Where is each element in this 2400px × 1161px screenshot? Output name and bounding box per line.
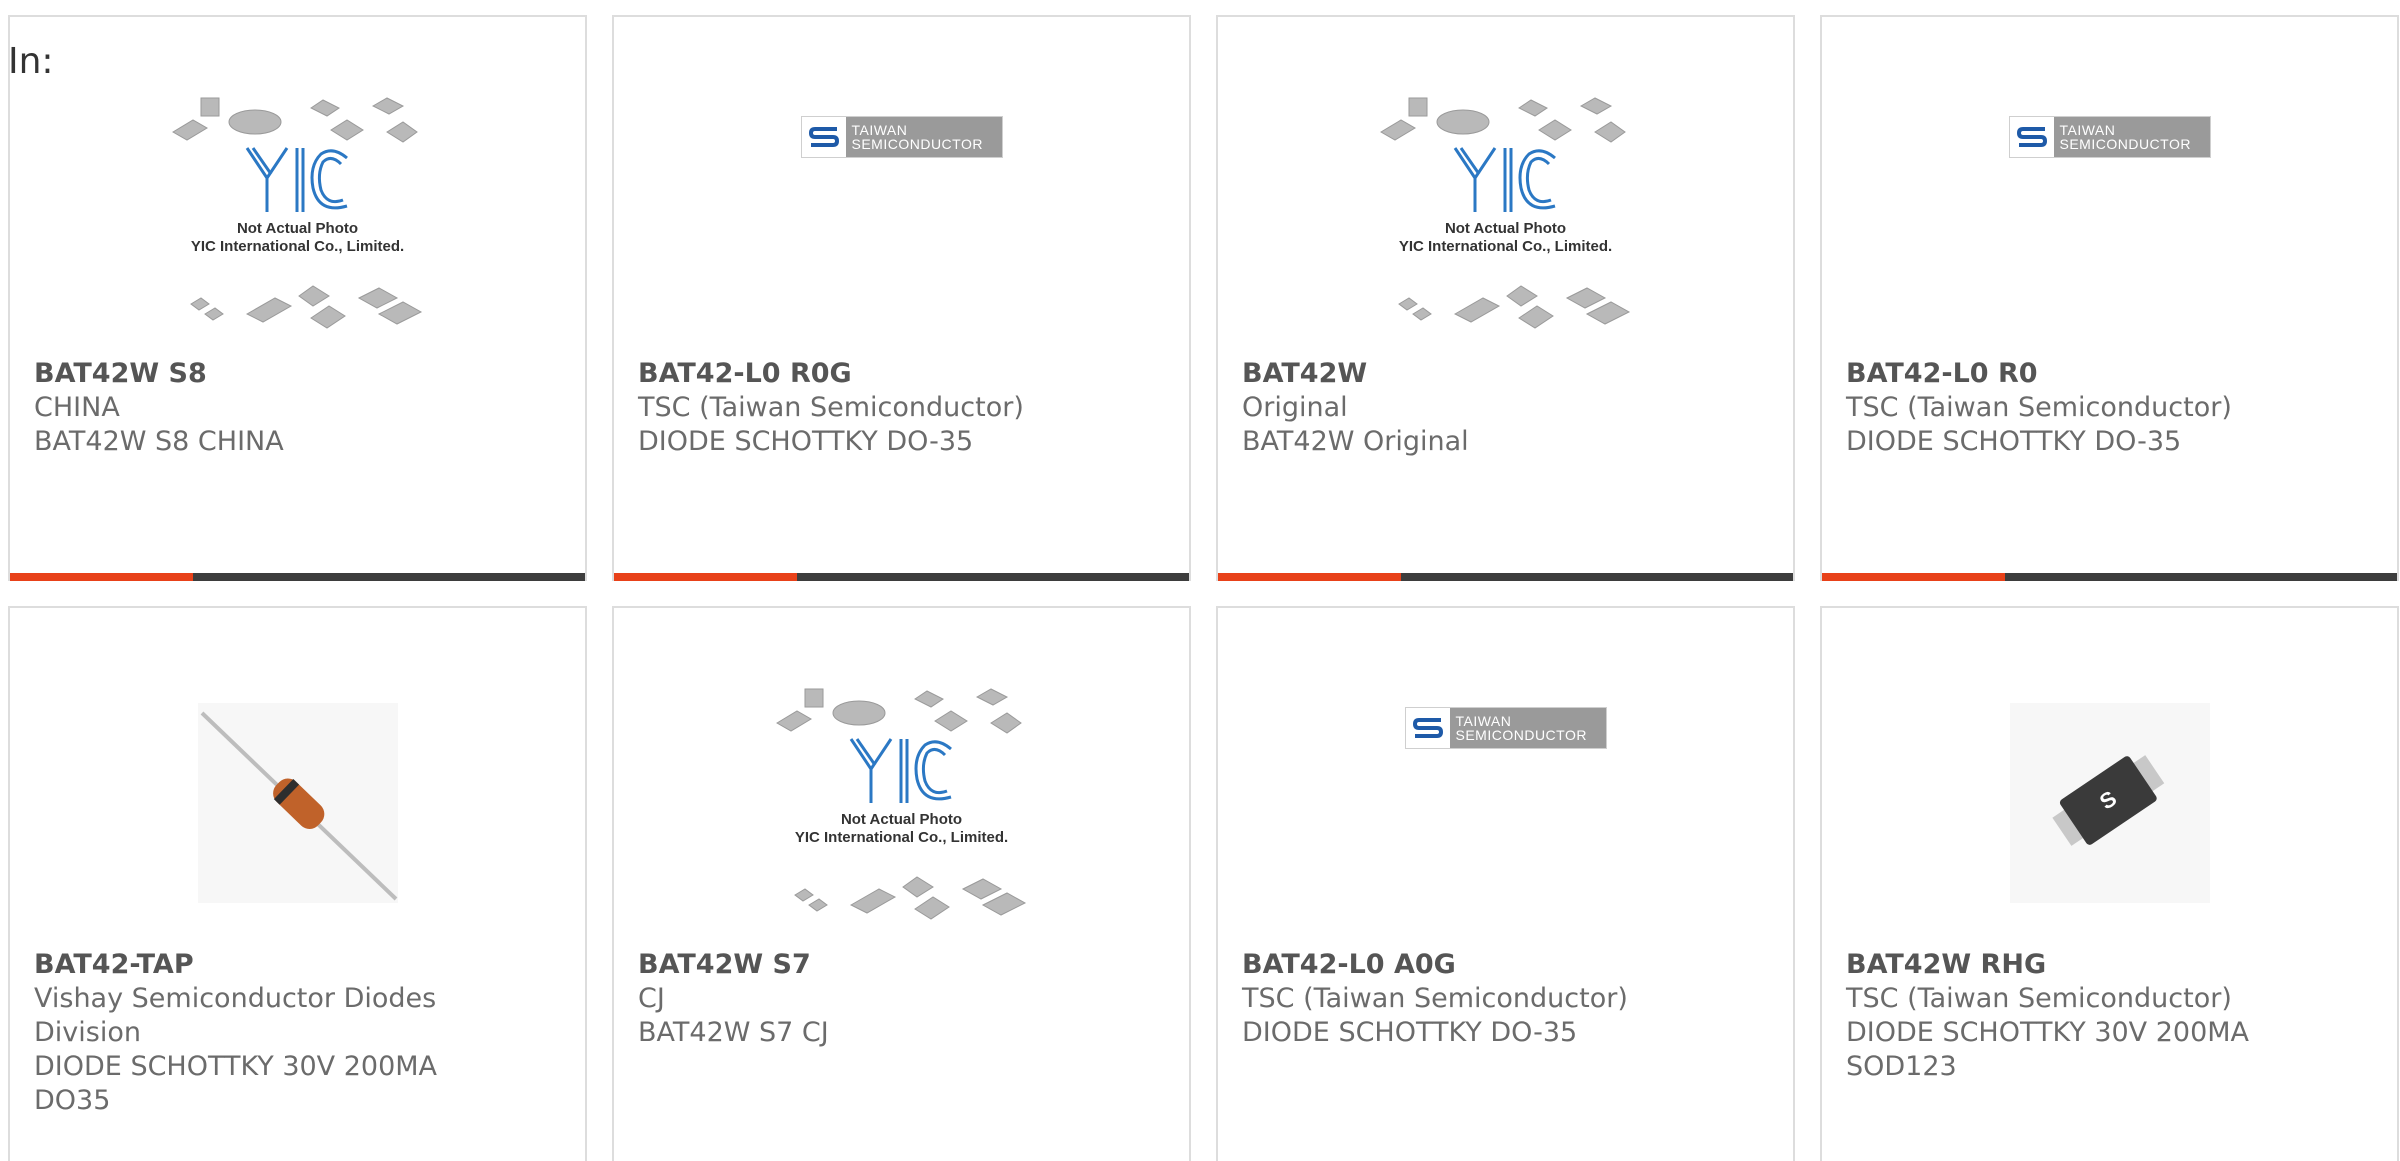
tsc-logo-line-2: SEMICONDUCTOR [2059,136,2191,152]
product-card-bat42-l0-r0g[interactable]: TAIWAN SEMICONDUCTOR BAT42-L0 R0G TSC (T… [612,15,1191,581]
yic-placeholder-image: Not Actual Photo YIC International Co., … [163,92,433,332]
manufacturer: Vishay Semiconductor Diodes Division [34,982,574,1050]
tsc-logo-line-1: TAIWAN [2059,122,2116,138]
card-bottom-bar [614,573,1189,581]
description: BAT42W S7 CJ [638,1017,829,1048]
description-line-1: DIODE SCHOTTKY 30V 200MA [1846,1017,2250,1048]
yic-caption: Not Actual Photo YIC International Co., … [163,220,433,256]
manufacturer: TSC (Taiwan Semiconductor) [1242,983,1628,1014]
product-card-bat42-l0-r0[interactable]: TAIWAN SEMICONDUCTOR BAT42-L0 R0 TSC (Ta… [1820,15,2399,581]
manufacturer: CHINA [34,392,120,423]
tsc-logo-words: TAIWAN SEMICONDUCTOR [2054,123,2191,151]
taiwan-semiconductor-logo: TAIWAN SEMICONDUCTOR [1404,707,1607,749]
part-number[interactable]: BAT42-TAP [34,948,194,982]
description-line-1: DIODE SCHOTTKY 30V 200MA [34,1051,438,1082]
description: DIODE SCHOTTKY 30V 200MA SOD123 [1846,1016,2386,1084]
yic-caption: Not Actual Photo YIC International Co., … [1371,220,1641,256]
yic-caption-line-2: YIC International Co., Limited. [794,829,1009,846]
sod123-package-photo-icon: S [2009,703,2210,903]
yic-placeholder-image: Not Actual Photo YIC International Co., … [1371,92,1641,332]
yic-caption-line-2: YIC International Co., Limited. [190,238,405,255]
yic-caption-line-1: Not Actual Photo [840,811,963,828]
tsc-logo-words: TAIWAN SEMICONDUCTOR [846,123,983,151]
part-number[interactable]: BAT42W [1242,357,1367,391]
description: BAT42W Original [1242,426,1469,457]
tsc-logo-line-1: TAIWAN [851,122,908,138]
part-number[interactable]: BAT42W RHG [1846,948,2046,982]
manufacturer: CJ [638,983,665,1014]
product-card-bat42w-rhg[interactable]: S BAT42W RHG TSC (Taiwan Semiconductor) … [1820,606,2399,1161]
part-number[interactable]: BAT42W S7 [638,948,811,982]
manufacturer-line-2: Division [34,1017,141,1048]
card-bottom-bar [10,573,585,581]
product-image: TAIWAN SEMICONDUCTOR [1218,668,1793,788]
description: DIODE SCHOTTKY DO-35 [1242,1017,1578,1048]
tsc-logo-line-2: SEMICONDUCTOR [1455,727,1587,743]
tsc-mark-icon [801,117,846,157]
manufacturer: TSC (Taiwan Semiconductor) [638,392,1024,423]
card-accent-bar [1218,573,1401,581]
product-grid-page: In: Not Actual Photo YIC International C… [0,0,2400,1161]
card-accent-bar [10,573,193,581]
axial-diode-photo-icon [197,703,398,903]
card-accent-bar [1822,573,2005,581]
tsc-mark-icon [1405,708,1450,748]
card-accent-bar [614,573,797,581]
yic-caption-line-1: Not Actual Photo [236,220,359,237]
product-card-bat42w-s8[interactable]: Not Actual Photo YIC International Co., … [8,15,587,581]
yic-caption-line-1: Not Actual Photo [1444,220,1567,237]
description-line-2: SOD123 [1846,1051,1957,1082]
product-grid: Not Actual Photo YIC International Co., … [8,15,2400,1161]
product-card-bat42-l0-a0g[interactable]: TAIWAN SEMICONDUCTOR BAT42-L0 A0G TSC (T… [1216,606,1795,1161]
product-card-bat42-tap[interactable]: BAT42-TAP Vishay Semiconductor Diodes Di… [8,606,587,1161]
description: BAT42W S8 CHINA [34,426,284,457]
taiwan-semiconductor-logo: TAIWAN SEMICONDUCTOR [2008,116,2211,158]
yic-logo-icon [245,147,348,212]
yic-caption: Not Actual Photo YIC International Co., … [767,811,1037,847]
product-card-bat42w[interactable]: Not Actual Photo YIC International Co., … [1216,15,1795,581]
card-bottom-bar [1822,573,2397,581]
tsc-mark-icon [2009,117,2054,157]
tsc-logo-line-1: TAIWAN [1455,713,1512,729]
description-line-2: DO35 [34,1085,111,1116]
part-number[interactable]: BAT42-L0 R0 [1846,357,2038,391]
product-image: Not Actual Photo YIC International Co., … [10,92,585,332]
tsc-logo-line-2: SEMICONDUCTOR [851,136,983,152]
yic-logo-icon [849,738,952,803]
taiwan-semiconductor-logo: TAIWAN SEMICONDUCTOR [800,116,1003,158]
product-image [10,683,585,923]
description: DIODE SCHOTTKY DO-35 [638,426,974,457]
description: DIODE SCHOTTKY 30V 200MA DO35 [34,1050,574,1118]
yic-logo-icon [1453,147,1556,212]
part-number[interactable]: BAT42-L0 R0G [638,357,852,391]
part-number[interactable]: BAT42-L0 A0G [1242,948,1456,982]
card-bottom-bar [1218,573,1793,581]
manufacturer: TSC (Taiwan Semiconductor) [1846,983,2232,1014]
manufacturer: Original [1242,392,1348,423]
product-image: TAIWAN SEMICONDUCTOR [1822,77,2397,197]
product-card-bat42w-s7[interactable]: Not Actual Photo YIC International Co., … [612,606,1191,1161]
tsc-logo-words: TAIWAN SEMICONDUCTOR [1450,714,1587,742]
description: DIODE SCHOTTKY DO-35 [1846,426,2182,457]
part-number[interactable]: BAT42W S8 [34,357,207,391]
product-image: TAIWAN SEMICONDUCTOR [614,77,1189,197]
yic-placeholder-image: Not Actual Photo YIC International Co., … [767,683,1037,923]
yic-caption-line-2: YIC International Co., Limited. [1398,238,1613,255]
product-image: S [1822,683,2397,923]
in-label: In: [8,41,54,82]
product-image: Not Actual Photo YIC International Co., … [614,683,1189,923]
manufacturer-line-1: Vishay Semiconductor Diodes [34,983,437,1014]
manufacturer: TSC (Taiwan Semiconductor) [1846,392,2232,423]
product-image: Not Actual Photo YIC International Co., … [1218,92,1793,332]
